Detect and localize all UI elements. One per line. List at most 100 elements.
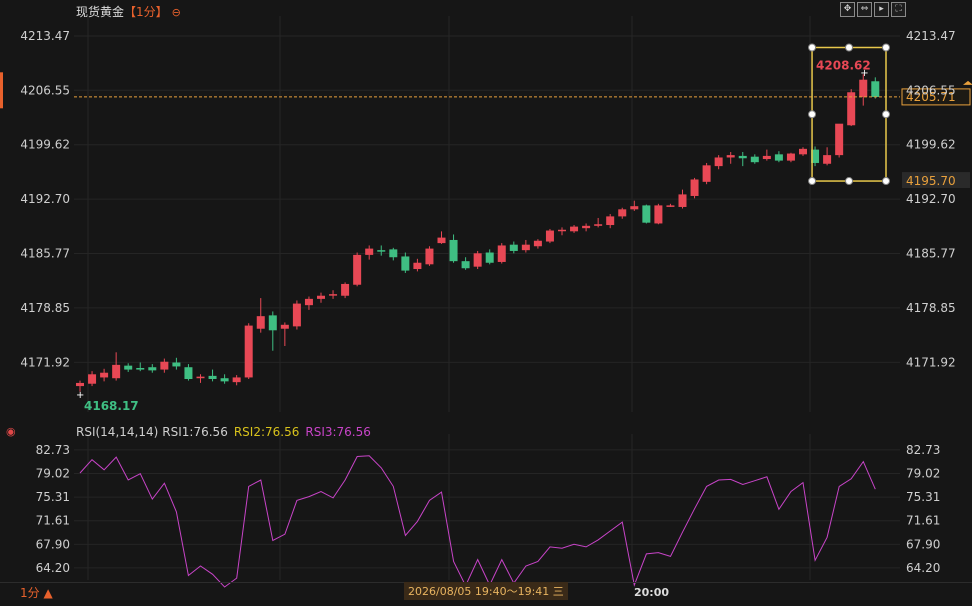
candle-body bbox=[871, 81, 880, 97]
selection-handle bbox=[808, 43, 817, 52]
candle-body bbox=[558, 229, 566, 232]
candle-body bbox=[533, 240, 542, 247]
candle-body bbox=[726, 155, 735, 158]
price-axis-label-right: 4185.77 bbox=[906, 247, 956, 261]
rsi-axis-label-right: 79.02 bbox=[906, 467, 940, 481]
candle-body bbox=[268, 315, 277, 331]
candle-body bbox=[256, 316, 265, 329]
candle-body bbox=[654, 205, 663, 224]
candle-body bbox=[859, 79, 868, 97]
rsi-axis-label-left: 75.31 bbox=[36, 490, 70, 504]
candle-body bbox=[642, 205, 651, 223]
low-price-annotation: 4168.17 bbox=[84, 399, 139, 413]
rsi-axis-label-left: 79.02 bbox=[36, 467, 70, 481]
price-axis-label-right: 4178.85 bbox=[906, 301, 956, 315]
price-axis-label-right: 4206.55 bbox=[906, 83, 956, 97]
candle-body bbox=[280, 324, 289, 329]
candle-body bbox=[365, 248, 374, 255]
price-axis-label-left: 4213.47 bbox=[20, 29, 70, 43]
candle-body bbox=[184, 367, 193, 380]
candle-body bbox=[666, 205, 675, 207]
price-axis-label-right: 4192.70 bbox=[906, 192, 956, 206]
overlay: 4205.714208.624195.704168.17++ bbox=[74, 43, 972, 413]
candle-body bbox=[148, 367, 157, 371]
rsi-axis-label-left: 64.20 bbox=[36, 561, 70, 575]
candle-body bbox=[401, 256, 410, 271]
price-axis-label-left: 4192.70 bbox=[20, 192, 70, 206]
candle-body bbox=[521, 244, 530, 251]
active-pane-marker bbox=[0, 72, 3, 109]
candle-body bbox=[112, 364, 121, 379]
rsi3-value: RSI3:76.56 bbox=[305, 425, 371, 439]
chart-toolbar: ✥ ⇔ ▸ ⛶ bbox=[840, 2, 906, 17]
candle-body bbox=[714, 157, 723, 167]
candles bbox=[76, 74, 880, 392]
rsi-axis-label-right: 75.31 bbox=[906, 490, 940, 504]
selection-handle bbox=[882, 177, 890, 186]
compare-icon[interactable]: ⊖ bbox=[172, 6, 181, 19]
instrument-title: 现货黄金 bbox=[76, 5, 125, 19]
time-tick-label: 20:00 bbox=[634, 586, 670, 599]
candle-body bbox=[570, 226, 579, 232]
candle-body bbox=[341, 283, 350, 296]
candle-body bbox=[208, 375, 217, 380]
rsi-axis-label-left: 67.90 bbox=[36, 537, 70, 551]
selection-handle bbox=[882, 110, 890, 119]
candle-body bbox=[509, 244, 518, 251]
candle-body bbox=[437, 237, 446, 244]
candle-body bbox=[738, 155, 747, 159]
candle-body bbox=[413, 262, 422, 270]
price-chart[interactable]: 4205.714208.624195.704168.17++ 4213.47 42… bbox=[0, 0, 972, 602]
selection-handle bbox=[845, 43, 854, 52]
period-tag[interactable]: 【1分】 bbox=[124, 5, 168, 19]
rsi-axis-label-left: 82.73 bbox=[36, 443, 70, 457]
candle-body bbox=[702, 165, 711, 182]
high-marker-icon: + bbox=[860, 68, 868, 79]
candle-body bbox=[172, 362, 181, 367]
candle-body bbox=[461, 261, 470, 269]
fullscreen-icon[interactable]: ⛶ bbox=[891, 2, 906, 17]
candle-body bbox=[377, 250, 386, 252]
candle-body bbox=[545, 230, 554, 242]
rsi-axis-label-right: 67.90 bbox=[906, 537, 940, 551]
indicator-settings-icon[interactable]: ◉ bbox=[6, 425, 16, 438]
candle-body bbox=[774, 154, 783, 161]
price-axis-label-left: 4171.92 bbox=[20, 355, 70, 369]
selection-low-label: 4195.70 bbox=[906, 174, 956, 188]
period-selector[interactable]: 1分 ▲ bbox=[20, 584, 53, 601]
candle-body bbox=[100, 372, 109, 378]
candle-body bbox=[196, 376, 205, 379]
rsi-header: RSI(14,14,14) RSI1:76.56 RSI2:76.56 RSI3:76… bbox=[76, 425, 371, 439]
rsi-axis-label-right: 82.73 bbox=[906, 443, 940, 457]
candle-body bbox=[244, 325, 253, 378]
rsi-axis-label-left: 71.61 bbox=[36, 514, 70, 528]
fit-icon[interactable]: ⇔ bbox=[857, 2, 872, 17]
candle-body bbox=[750, 156, 759, 163]
play-icon[interactable]: ▸ bbox=[874, 2, 889, 17]
low-marker-icon: + bbox=[76, 390, 84, 401]
rsi-grid bbox=[74, 434, 900, 580]
rsi2-value: RSI2:76.56 bbox=[233, 425, 300, 439]
candle-body bbox=[124, 365, 133, 370]
rsi-line bbox=[79, 455, 876, 588]
candle-body bbox=[799, 148, 807, 155]
candle-body bbox=[304, 298, 313, 306]
candle-body bbox=[329, 294, 338, 296]
candle-body bbox=[449, 239, 458, 262]
main-grid bbox=[74, 16, 900, 412]
price-axis-label-right: 4171.92 bbox=[906, 355, 956, 369]
candle-body bbox=[690, 179, 699, 196]
rsi1-value: RSI1:76.56 bbox=[162, 425, 228, 439]
selection-handle bbox=[845, 177, 854, 186]
candle-body bbox=[353, 254, 362, 285]
candle-body bbox=[485, 252, 494, 263]
candle-body bbox=[630, 206, 639, 210]
price-axis-label-left: 4185.77 bbox=[20, 247, 70, 261]
crosshair-icon[interactable]: ✥ bbox=[840, 2, 855, 17]
candle-body bbox=[425, 248, 434, 265]
rsi-axis-label-right: 64.20 bbox=[906, 561, 940, 575]
price-axis-label-right: 4199.62 bbox=[906, 138, 956, 152]
candle-body bbox=[786, 153, 795, 161]
candle-body bbox=[76, 382, 84, 387]
price-axis-label-left: 4199.62 bbox=[20, 138, 70, 152]
